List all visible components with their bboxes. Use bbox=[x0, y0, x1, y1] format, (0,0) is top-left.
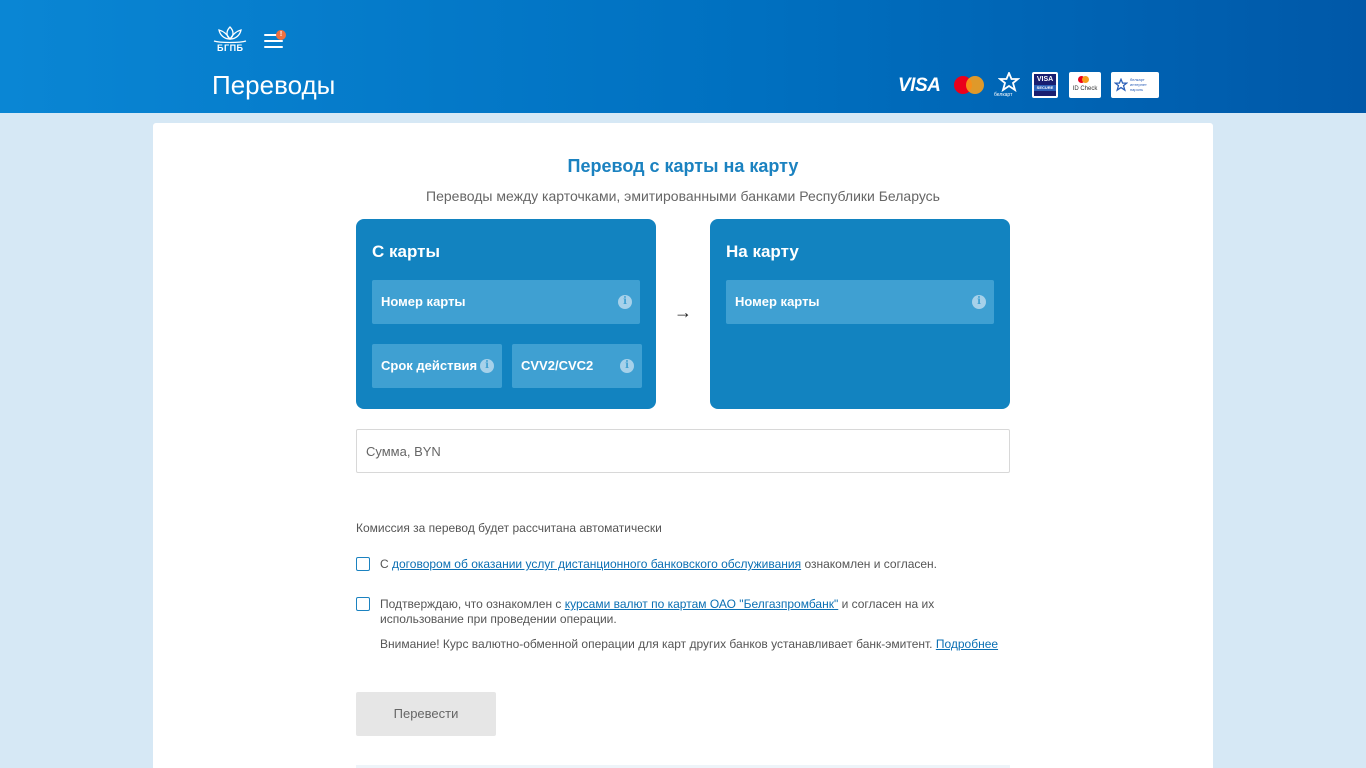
rates-prefix: Подтверждаю, что ознакомлен с bbox=[380, 597, 565, 611]
rates-warning: Внимание! Курс валютно-обменной операции… bbox=[380, 637, 1020, 652]
agreement-link[interactable]: договором об оказании услуг дистанционно… bbox=[392, 557, 801, 571]
visa-secure-bottom: SECURE bbox=[1034, 85, 1056, 91]
bank-logo[interactable]: БГПБ bbox=[212, 25, 248, 53]
lotus-icon bbox=[213, 26, 247, 44]
to-card-number-label: Номер карты bbox=[735, 294, 820, 309]
from-card-number-label: Номер карты bbox=[381, 294, 466, 309]
cvv-field[interactable]: CVV2/CVC2 i bbox=[512, 344, 642, 388]
to-card-title: На карту bbox=[726, 242, 799, 261]
agreement-checkbox[interactable] bbox=[356, 557, 370, 571]
arrow-right-icon: → bbox=[674, 302, 692, 322]
to-card-box: На карту Номер карты i bbox=[710, 219, 1010, 409]
agreement-text: С договором об оказании услуг дистанцион… bbox=[380, 557, 1020, 572]
info-icon[interactable]: i bbox=[972, 295, 986, 309]
logo-text: БГПБ bbox=[217, 43, 244, 53]
hamburger-icon-line bbox=[264, 40, 283, 42]
info-icon[interactable]: i bbox=[618, 295, 632, 309]
belkart-internet-password-icon: белкарт интернет пароль bbox=[1111, 72, 1159, 98]
mastercard-icon bbox=[954, 76, 984, 94]
commission-note: Комиссия за перевод будет рассчитана авт… bbox=[356, 521, 662, 535]
expiry-field[interactable]: Срок действия i bbox=[372, 344, 502, 388]
mastercard-id-check-icon: ID Check bbox=[1069, 72, 1101, 98]
form-subtitle: Переводы между карточками, эмитированным… bbox=[426, 188, 940, 204]
cvv-label: CVV2/CVC2 bbox=[521, 358, 594, 373]
rates-text: Подтверждаю, что ознакомлен с курсами ва… bbox=[380, 597, 980, 627]
more-info-link[interactable]: Подробнее bbox=[936, 637, 998, 651]
amount-placeholder: Сумма, BYN bbox=[366, 444, 441, 459]
info-icon[interactable]: i bbox=[480, 359, 494, 373]
id-check-label: ID Check bbox=[1072, 86, 1098, 92]
form-title: Перевод с карты на карту bbox=[567, 156, 799, 176]
visa-logo: VISA bbox=[898, 75, 941, 96]
page-title: Переводы bbox=[212, 70, 336, 100]
notification-badge: ! bbox=[276, 30, 286, 40]
rates-checkbox[interactable] bbox=[356, 597, 370, 611]
amount-input[interactable]: Сумма, BYN bbox=[356, 429, 1010, 473]
belkart-label: белкарт bbox=[994, 92, 1013, 98]
agreement-prefix: С bbox=[380, 557, 392, 571]
rates-warning-text: Внимание! Курс валютно-обменной операции… bbox=[380, 637, 936, 651]
header: БГПБ ! Переводы VISA белкарт VISA SECURE … bbox=[0, 0, 1366, 113]
expiry-label: Срок действия bbox=[381, 358, 478, 373]
info-icon[interactable]: i bbox=[620, 359, 634, 373]
hamburger-icon-line bbox=[264, 46, 283, 48]
from-card-box: С карты Номер карты i Срок действия i CV… bbox=[356, 219, 656, 409]
belinet-label: белкарт интернет пароль bbox=[1130, 77, 1147, 92]
from-card-title: С карты bbox=[372, 242, 440, 261]
submit-button[interactable]: Перевести bbox=[356, 692, 496, 736]
agreement-suffix: ознакомлен и согласен. bbox=[801, 557, 937, 571]
visa-secure-top: VISA bbox=[1036, 76, 1054, 83]
visa-secure-icon: VISA SECURE bbox=[1032, 72, 1058, 98]
to-card-number-field[interactable]: Номер карты i bbox=[726, 280, 994, 324]
from-card-number-field[interactable]: Номер карты i bbox=[372, 280, 640, 324]
rates-link[interactable]: курсами валют по картам ОАО "Белгазпромб… bbox=[565, 597, 839, 611]
